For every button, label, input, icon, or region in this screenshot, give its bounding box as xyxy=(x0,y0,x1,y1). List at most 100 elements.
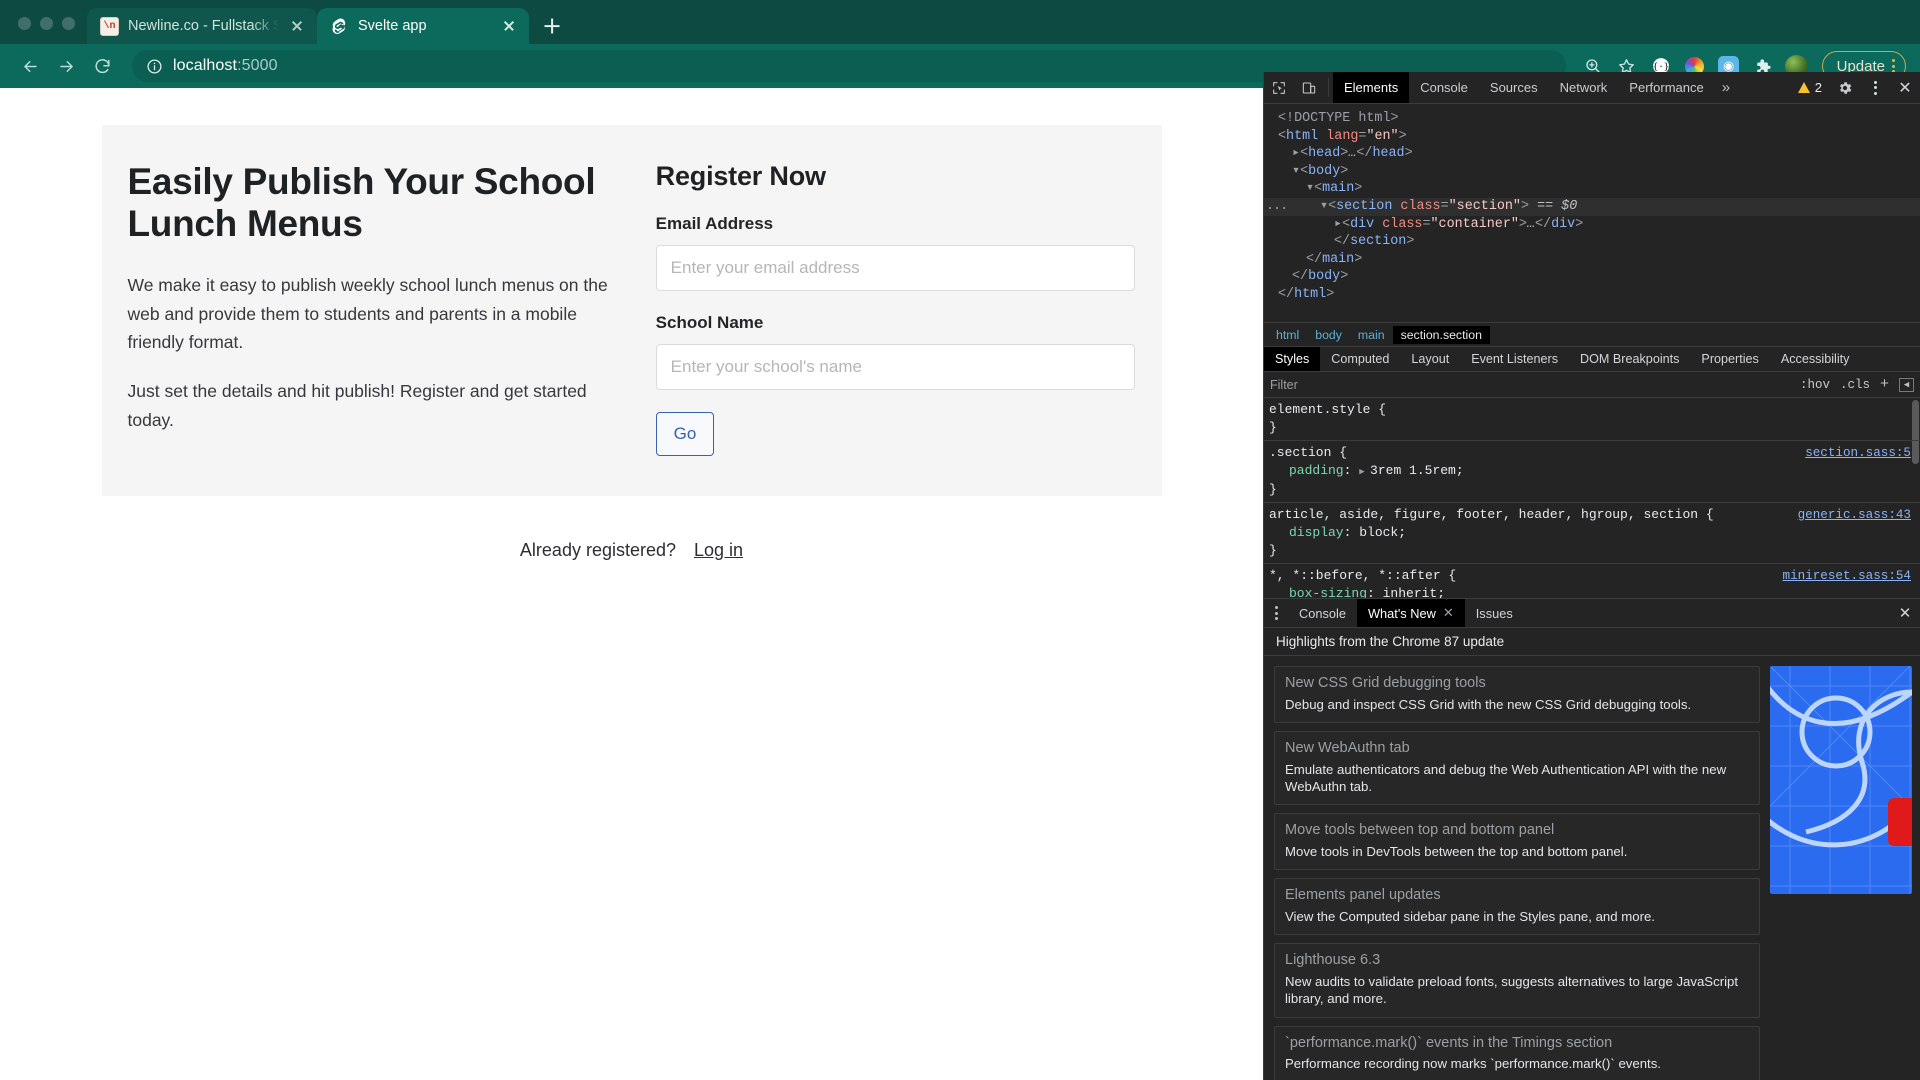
warning-count-badge[interactable]: 2 xyxy=(1790,72,1830,103)
devtools-menu-icon[interactable] xyxy=(1860,72,1890,103)
rule-close-brace: } xyxy=(1269,420,1277,435)
info-icon[interactable] xyxy=(146,58,163,75)
inspect-element-icon[interactable] xyxy=(1264,72,1294,103)
reload-icon[interactable] xyxy=(86,50,118,82)
maximize-window-button[interactable] xyxy=(62,17,75,30)
card-title: Elements panel updates xyxy=(1285,887,1441,904)
whats-new-card-list[interactable]: New CSS Grid debugging tools Debug and in… xyxy=(1274,666,1760,1080)
device-toolbar-icon[interactable] xyxy=(1294,72,1324,103)
hero-left-column: Easily Publish Your School Lunch Menus W… xyxy=(128,161,652,456)
css-declaration[interactable]: padding: ▶ 3rem 1.5rem; xyxy=(1264,462,1920,481)
sidebar-tab-computed[interactable]: Computed xyxy=(1320,347,1400,371)
devtools-tab-console[interactable]: Console xyxy=(1409,72,1479,103)
style-rule[interactable]: element.style {} xyxy=(1264,398,1920,441)
sidebar-tab-layout[interactable]: Layout xyxy=(1400,347,1460,371)
styles-rules-pane[interactable]: element.style {} .section {section.sass:5… xyxy=(1264,398,1920,598)
tab-title: Svelte app xyxy=(358,18,427,34)
chrome-menu-icon[interactable] xyxy=(1892,59,1895,73)
dom-tree-line[interactable]: </html> xyxy=(1264,286,1920,304)
breadcrumb-item-section[interactable]: section.section xyxy=(1392,325,1490,344)
school-name-field[interactable] xyxy=(655,344,1135,390)
whats-new-card[interactable]: New WebAuthn tab Emulate authenticators a… xyxy=(1274,730,1760,806)
hov-toggle[interactable]: :hov xyxy=(1800,378,1830,392)
style-rule[interactable]: *, *::before, *::after {minireset.sass:5… xyxy=(1264,564,1920,598)
style-rule[interactable]: article, aside, figure, footer, header, … xyxy=(1264,503,1920,564)
breadcrumb-item-main[interactable]: main xyxy=(1350,326,1393,344)
settings-gear-icon[interactable] xyxy=(1830,72,1860,103)
drawer-tab-whats-new[interactable]: What's New ✕ xyxy=(1356,599,1465,627)
whats-new-card[interactable]: Move tools between top and bottom panel M… xyxy=(1274,813,1760,871)
drawer-tab-issues[interactable]: Issues xyxy=(1465,599,1524,627)
already-registered-row: Already registered? Log in xyxy=(102,540,1162,561)
dom-tree-line[interactable]: <!DOCTYPE html> xyxy=(1264,110,1920,128)
breadcrumb-item-body[interactable]: body xyxy=(1307,326,1350,344)
svelte-favicon xyxy=(330,17,349,36)
devtools-tab-sources[interactable]: Sources xyxy=(1479,72,1549,103)
breadcrumb: html body main section.section xyxy=(1264,322,1920,346)
hero-card: Easily Publish Your School Lunch Menus W… xyxy=(101,125,1162,496)
back-icon[interactable] xyxy=(14,50,46,82)
minimize-window-button[interactable] xyxy=(40,17,53,30)
devtools-tab-performance[interactable]: Performance xyxy=(1618,72,1714,103)
devtools-tab-network[interactable]: Network xyxy=(1549,72,1619,103)
dom-tree-line[interactable]: </section> xyxy=(1264,233,1920,251)
browser-tab-svelte-app[interactable]: Svelte app xyxy=(317,8,529,44)
sidebar-tab-accessibility[interactable]: Accessibility xyxy=(1770,347,1861,371)
go-button[interactable]: Go xyxy=(655,412,715,456)
card-description: New audits to validate preload fonts, su… xyxy=(1285,973,1739,1007)
breadcrumb-item-html[interactable]: html xyxy=(1268,326,1307,344)
warning-count: 2 xyxy=(1814,80,1822,95)
drawer-tab-console[interactable]: Console xyxy=(1288,599,1357,627)
rule-source-link[interactable]: section.sass:5 xyxy=(1805,444,1911,462)
dom-tree-line[interactable]: <html lang="en"> xyxy=(1264,128,1920,146)
divider xyxy=(1328,78,1329,97)
dom-tree-line[interactable]: ▾<body> xyxy=(1264,163,1920,181)
close-tab-icon[interactable] xyxy=(288,17,306,35)
whats-new-card[interactable]: `performance.mark()` events in the Timin… xyxy=(1274,1025,1760,1080)
expand-triangle-icon[interactable]: ▶ xyxy=(1359,467,1370,477)
devtools-tab-elements[interactable]: Elements xyxy=(1333,72,1410,103)
rule-close-brace: } xyxy=(1269,543,1277,558)
style-rule[interactable]: .section {section.sass:5 padding: ▶ 3rem … xyxy=(1264,441,1920,503)
browser-tab-newline[interactable]: \n Newline.co - Fullstack Svelte C xyxy=(87,8,317,44)
css-declaration[interactable]: box-sizing: inherit; xyxy=(1264,585,1920,598)
whats-new-card[interactable]: Lighthouse 6.3 New audits to validate pre… xyxy=(1274,943,1760,1018)
sidebar-tab-styles[interactable]: Styles xyxy=(1264,347,1321,371)
css-declaration[interactable]: display: block; xyxy=(1264,524,1920,542)
log-in-link[interactable]: Log in xyxy=(694,540,743,561)
new-tab-button[interactable] xyxy=(537,11,567,41)
drawer-menu-icon[interactable] xyxy=(1264,599,1288,627)
drawer-tabs: Console What's New ✕ Issues ✕ xyxy=(1264,599,1920,628)
close-window-button[interactable] xyxy=(18,17,31,30)
close-whats-new-icon[interactable]: ✕ xyxy=(1443,605,1454,621)
dom-tree-line[interactable]: ... ▾<section class="section"> == $0 xyxy=(1264,197,1920,216)
dom-tree-line[interactable]: </body> xyxy=(1264,268,1920,286)
page-viewport: Easily Publish Your School Lunch Menus W… xyxy=(0,88,1263,1080)
more-tabs-chevron-icon[interactable]: » xyxy=(1715,72,1737,103)
whats-new-card[interactable]: Elements panel updates View the Computed … xyxy=(1274,878,1760,936)
forward-icon[interactable] xyxy=(50,50,82,82)
cls-toggle[interactable]: .cls xyxy=(1840,378,1870,392)
css-value: block; xyxy=(1359,525,1407,540)
dom-tree[interactable]: <!DOCTYPE html> <html lang="en"> ▸<head>…<… xyxy=(1264,104,1920,322)
dom-tree-line[interactable]: ▸<div class="container">…</div> xyxy=(1264,216,1920,234)
rule-source-link[interactable]: minireset.sass:54 xyxy=(1783,567,1911,585)
close-devtools-icon[interactable]: ✕ xyxy=(1890,72,1920,103)
dom-tree-line[interactable]: ▸<head>…</head> xyxy=(1264,145,1920,163)
red-accent-shape xyxy=(1888,798,1912,846)
new-style-rule-icon[interactable]: + xyxy=(1880,376,1889,393)
sidebar-tab-event-listeners[interactable]: Event Listeners xyxy=(1460,347,1569,371)
close-drawer-icon[interactable]: ✕ xyxy=(1890,599,1920,627)
computed-sidebar-toggle-icon[interactable]: ◀ xyxy=(1899,377,1914,392)
whats-new-card[interactable]: New CSS Grid debugging tools Debug and in… xyxy=(1274,666,1760,723)
sidebar-tab-dom-breakpoints[interactable]: DOM Breakpoints xyxy=(1569,347,1690,371)
rule-source-link[interactable]: generic.sass:43 xyxy=(1798,506,1911,524)
dom-tree-line[interactable]: ▾<main> xyxy=(1264,180,1920,198)
email-field[interactable] xyxy=(655,245,1135,291)
css-property: padding xyxy=(1289,463,1344,478)
styles-filter-input[interactable]: Filter xyxy=(1270,378,1800,392)
tab-strip: \n Newline.co - Fullstack Svelte C Svelt… xyxy=(0,0,1920,44)
sidebar-tab-properties[interactable]: Properties xyxy=(1690,347,1769,371)
close-tab-icon[interactable] xyxy=(500,17,518,35)
dom-tree-line[interactable]: </main> xyxy=(1264,251,1920,269)
